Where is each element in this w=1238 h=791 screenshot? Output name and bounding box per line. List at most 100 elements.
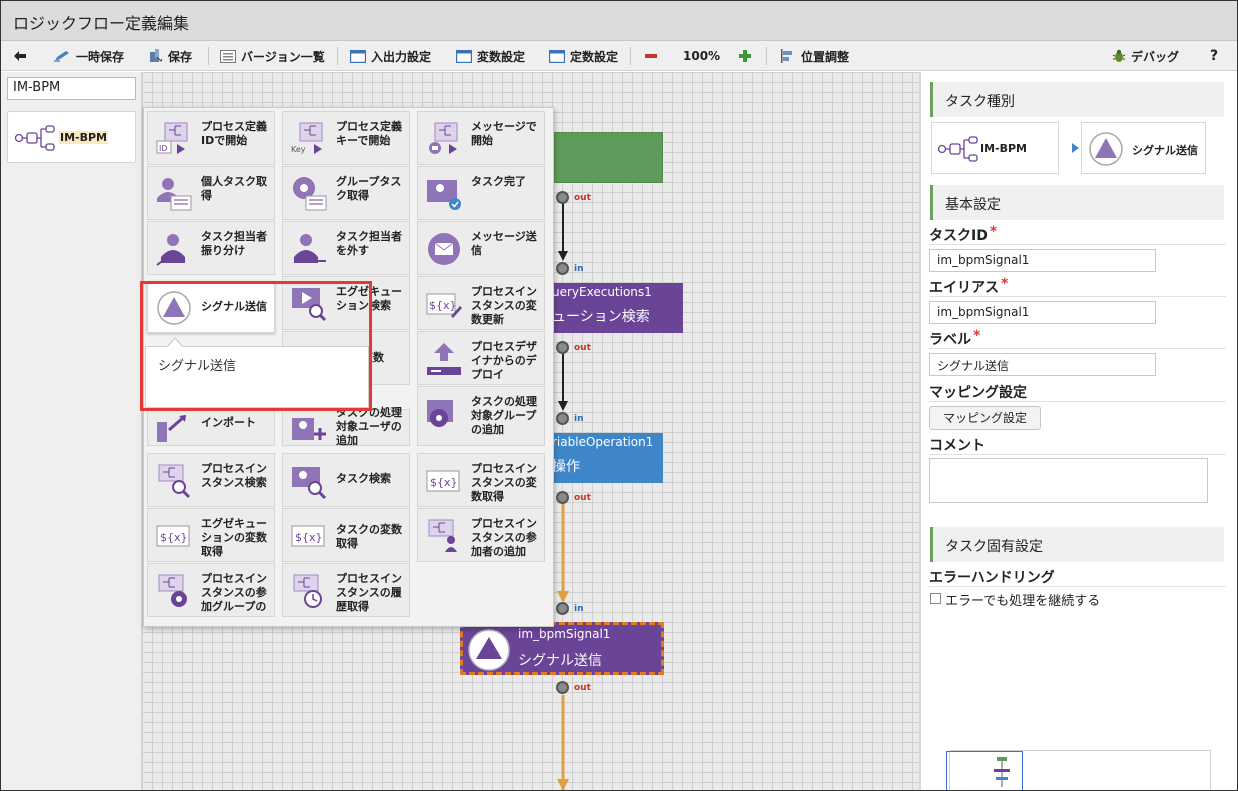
history-icon (293, 574, 322, 608)
palette-item-label: シグナル送信 (201, 300, 267, 313)
id-badge-text: ID (159, 144, 168, 153)
palette-item-label: グループタスク取得 (336, 175, 402, 202)
in-port[interactable] (556, 602, 569, 615)
palette-item-deploy-from-designer[interactable]: プロセスデザイナからのデプロイ (417, 331, 545, 385)
palette-item-label: エグゼキューション検索 (336, 285, 402, 312)
task-complete-icon (427, 180, 461, 210)
palette-item-label: プロセスインスタンス検索 (201, 462, 267, 489)
palette-item-label: プロセス定義キーで開始 (336, 120, 402, 147)
palette-item-send-message[interactable]: メッセージ送信 (417, 221, 545, 275)
var-badge-text: ${x} (429, 299, 457, 312)
palette-item-start-by-key[interactable]: Key プロセス定義キーで開始 (282, 111, 410, 165)
palette-item-start-by-id[interactable]: ID プロセス定義IDで開始 (147, 111, 275, 165)
palette-item-get-task-variables[interactable]: ${x} タスクの変数取得 (282, 508, 410, 562)
label-value: シグナル送信 (937, 359, 1010, 373)
error-handling-label: エラーハンドリング (929, 570, 1055, 586)
assign-user-icon (156, 234, 185, 266)
palette-item-label: 個人タスク取得 (201, 175, 267, 202)
task-type-category: IM-BPM (980, 142, 1027, 155)
palette-item-label: メッセージで開始 (471, 120, 537, 147)
palette-item-label: プロセス定義IDで開始 (201, 120, 267, 147)
alias-label: エイリアス * (929, 276, 1008, 297)
palette-item-label: タスクの変数取得 (336, 523, 402, 550)
variable-icon: ${x} (156, 525, 190, 547)
required-mark: * (973, 328, 981, 344)
palette-item-unassign-task[interactable]: タスク担当者を外す (282, 221, 410, 275)
process-search-icon (158, 464, 191, 499)
task-id-value: im_bpmSignal1 (937, 253, 1030, 267)
palette-item-label: プロセスインスタンスの履歴取得 (336, 572, 402, 613)
field-divider (929, 586, 1226, 587)
field-divider (929, 454, 1226, 455)
alias-input[interactable]: im_bpmSignal1 (929, 301, 1156, 324)
process-key-icon: Key (291, 122, 323, 154)
in-port[interactable] (556, 412, 569, 425)
out-port[interactable] (556, 341, 569, 354)
label-label-text: ラベル (929, 332, 971, 348)
minimap-viewport[interactable] (946, 751, 1023, 790)
palette-item-get-process-history[interactable]: プロセスインスタンスの履歴取得 (282, 563, 410, 617)
palette-item-label: タスク担当者振り分け (201, 230, 267, 257)
palette-item-get-group-task[interactable]: グループタスク取得 (282, 166, 410, 220)
key-badge-text: Key (291, 145, 306, 154)
palette-item-search-process-instances[interactable]: プロセスインスタンス検索 (147, 453, 275, 507)
node-id: im_bpmSignal1 (518, 627, 611, 641)
continue-on-error-checkbox[interactable] (930, 593, 941, 604)
node-id: ueryExecutions1 (552, 285, 652, 299)
task-id-input[interactable]: im_bpmSignal1 (929, 249, 1156, 272)
palette-item-complete-task[interactable]: タスク完了 (417, 166, 545, 220)
flow-node-variable-operation[interactable]: riableOperation1 操作 (546, 433, 663, 483)
palette-item-search-tasks[interactable]: タスク検索 (282, 453, 410, 507)
palette-item-get-personal-task[interactable]: 個人タスク取得 (147, 166, 275, 220)
palette-item-add-participant-group[interactable]: プロセスインスタンスの参加グループの (147, 563, 275, 617)
process-id-icon: ID (156, 122, 188, 154)
palette-item-get-execution-variables[interactable]: ${x} エグゼキューションの変数取得 (147, 508, 275, 562)
in-port-label: in (574, 264, 584, 274)
import-icon (157, 414, 186, 442)
palette-item-get-process-variables[interactable]: ${x} プロセスインスタンスの変数取得 (417, 453, 545, 507)
palette-item-label: メッセージ送信 (471, 230, 537, 257)
palette-item-label: プロセスインスタンスの参加グループの (201, 572, 267, 613)
required-mark: * (989, 224, 998, 240)
task-search-icon (292, 467, 327, 499)
palette-item-label: インポート (201, 416, 256, 429)
continue-on-error-label: エラーでも処理を継続する (945, 594, 1101, 609)
node-label: 操作 (552, 459, 580, 475)
out-port-label: out (574, 193, 591, 203)
message-start-icon (429, 122, 458, 154)
out-port[interactable] (556, 681, 569, 694)
out-port-label: out (574, 683, 591, 693)
variable-icon: ${x} (291, 525, 325, 547)
palette-item-start-by-message[interactable]: メッセージで開始 (417, 111, 545, 165)
flow-node-signal[interactable]: im_bpmSignal1 シグナル送信 (460, 622, 664, 675)
user-task-icon (157, 178, 192, 211)
unassign-user-icon (294, 234, 326, 263)
palette-item-add-target-user[interactable]: タスクの処理対象ユーザの追加 (282, 406, 410, 446)
palette-item-send-signal[interactable]: シグナル送信 (147, 281, 275, 333)
palette-item-label: エグゼキューションの変数取得 (201, 517, 267, 558)
out-port[interactable] (556, 191, 569, 204)
comment-textarea[interactable] (929, 458, 1208, 503)
field-divider (929, 244, 1226, 245)
palette-item-add-process-participant[interactable]: プロセスインスタンスの参加者の追加 (417, 508, 545, 562)
label-input[interactable]: シグナル送信 (929, 353, 1156, 376)
palette-item-update-process-variables[interactable]: ${x} プロセスインスタンスの変数更新 (417, 276, 545, 330)
task-type-task-card: シグナル送信 (1081, 122, 1206, 174)
task-type-header: タスク種別 (930, 82, 1224, 117)
label-label: ラベル * (929, 328, 981, 349)
alias-value: im_bpmSignal1 (937, 305, 1030, 319)
palette-item-search-executions[interactable]: エグゼキューション検索 (282, 276, 410, 330)
signal-triangle-icon (1089, 132, 1123, 166)
task-id-label: タスクID * (929, 224, 998, 245)
palette-item-import[interactable]: インポート (147, 409, 275, 446)
palette-item-add-target-group[interactable]: タスクの処理対象グループの追加 (417, 386, 545, 446)
mapping-settings-button[interactable]: マッピング設定 (929, 406, 1041, 430)
palette-item-assign-task[interactable]: タスク担当者振り分け (147, 221, 275, 275)
in-port[interactable] (556, 262, 569, 275)
add-participant-group-icon (158, 574, 187, 607)
specific-settings-header: タスク固有設定 (930, 527, 1224, 562)
palette-item-label: タスク完了 (471, 175, 526, 188)
start-node[interactable] (546, 132, 663, 183)
flow-node-query-executions[interactable]: ueryExecutions1 ューション検索 (546, 283, 683, 333)
out-port[interactable] (556, 491, 569, 504)
